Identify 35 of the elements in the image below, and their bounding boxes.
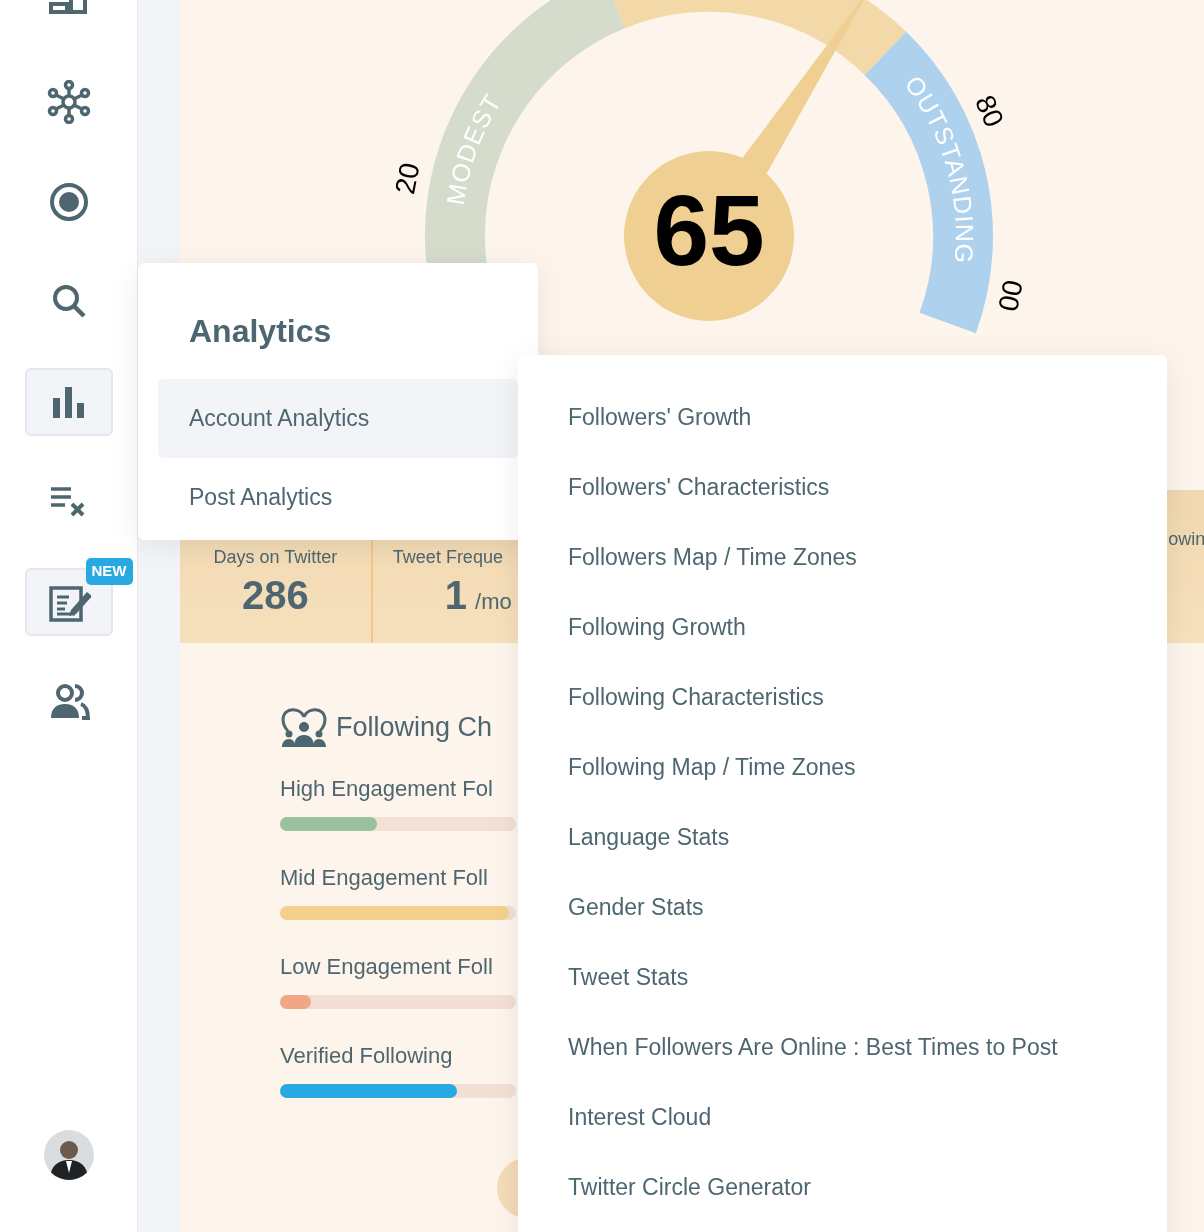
stat-value: 1: [444, 572, 468, 619]
submenu-item[interactable]: Following Map / Time Zones: [568, 732, 856, 802]
gauge-tick-label: 20: [389, 160, 426, 197]
bar-label: Low Engagement Foll: [280, 952, 493, 981]
stat-label: Days on Twitter: [213, 546, 338, 569]
gauge-tick-label: 80: [969, 90, 1010, 132]
submenu-item[interactable]: Gender Stats: [568, 872, 704, 942]
submenu-item[interactable]: When Followers Are Online : Best Times to Post: [568, 1012, 1058, 1082]
stat-label: owin: [1168, 528, 1204, 551]
menu-item[interactable]: Account Analytics: [158, 379, 518, 458]
gauge-tick-label: 00: [992, 277, 1029, 314]
stat-label: Tweet Freque: [392, 546, 503, 569]
avatar[interactable]: [43, 1130, 94, 1180]
stat-unit: /mo: [475, 589, 512, 616]
section-title: Following Ch: [336, 711, 493, 744]
stat-value: 286: [242, 572, 309, 619]
score-value: 65: [653, 174, 765, 287]
bar-label: Mid Engagement Foll: [280, 863, 488, 892]
group-icon: [280, 707, 328, 748]
sidebar-button[interactable]: [24, 368, 113, 436]
submenu-item[interactable]: Following Growth: [568, 592, 746, 662]
new-badge: NEW: [85, 558, 133, 585]
submenu-item[interactable]: Followers Map / Time Zones: [568, 522, 857, 592]
submenu-item[interactable]: Interest Cloud: [568, 1082, 712, 1152]
bar-label: Verified Following: [280, 1041, 453, 1070]
submenu-item[interactable]: Followers' Characteristics: [568, 452, 830, 522]
submenu-item[interactable]: Twitter Circle Generator: [568, 1152, 811, 1222]
submenu-item[interactable]: Tweet Stats: [568, 942, 689, 1012]
menu-item[interactable]: Post Analytics: [158, 457, 518, 536]
submenu-item[interactable]: Language Stats: [568, 802, 730, 872]
menu-title: Analytics: [189, 312, 333, 351]
bar-label: High Engagement Fol: [280, 774, 493, 803]
network-icon: [46, 80, 91, 124]
submenu-item[interactable]: Following Characteristics: [568, 662, 824, 732]
submenu-item[interactable]: Followers' Growth: [568, 382, 752, 452]
